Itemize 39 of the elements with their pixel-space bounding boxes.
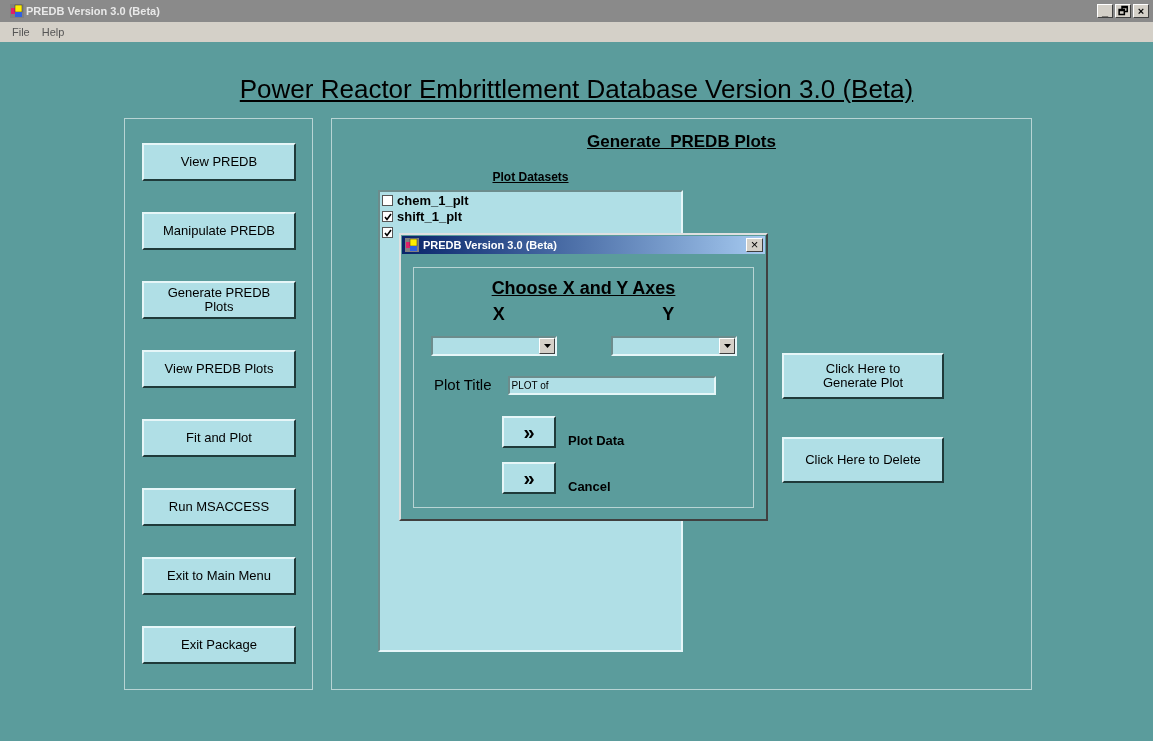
nav-button[interactable]: View PREDB Plots [142, 350, 296, 388]
close-button[interactable]: × [746, 238, 763, 252]
dialog-title: PREDB Version 3.0 (Beta) [423, 237, 557, 253]
dialog-heading: Choose X and Y Axes [491, 277, 676, 299]
menu-item[interactable]: File [12, 23, 30, 41]
action-button[interactable]: Click Here to Generate Plot [782, 352, 944, 399]
arrow-button[interactable]: » [502, 461, 556, 494]
checkbox[interactable] [382, 211, 393, 222]
nav-button[interactable]: Exit to Main Menu [142, 557, 296, 595]
plot-title-field[interactable]: PLOT of [507, 375, 716, 395]
checkbox[interactable] [382, 195, 393, 206]
action-button[interactable]: Click Here to Delete [782, 436, 944, 483]
nav-button[interactable]: Manipulate PREDB [142, 212, 296, 250]
window-control-button[interactable]: _ [1097, 4, 1113, 18]
dropdown-field[interactable] [611, 336, 737, 356]
window-control-button[interactable]: × [1133, 4, 1149, 18]
app-icon [10, 4, 24, 18]
nav-button[interactable]: View PREDB [142, 143, 296, 181]
nav-button[interactable]: Generate PREDB Plots [142, 281, 296, 319]
nav-button[interactable]: Exit Package [142, 626, 296, 664]
dropdown-field[interactable] [431, 336, 557, 356]
nav-button[interactable]: Fit and Plot [142, 419, 296, 457]
window-control-button[interactable]: 🗗 [1115, 4, 1131, 18]
button-caption: Plot Data [568, 432, 625, 450]
dataset-label: shift_1_plt [397, 208, 462, 226]
button-caption: Cancel [568, 478, 611, 496]
panel-title: Generate PREDB Plots [587, 131, 776, 153]
window-title: PREDB Version 3.0 (Beta) [26, 3, 160, 19]
dataset-label: chem_1_plt [397, 191, 469, 210]
plot-title-label: Plot Title [434, 375, 492, 395]
page-heading: Power Reactor Embrittlement Database Version 3.0 (Beta) [239, 74, 914, 104]
arrow-button[interactable]: » [502, 415, 556, 448]
app-icon [405, 238, 419, 252]
nav-button[interactable]: Run MSACCESS [142, 488, 296, 526]
checkbox[interactable] [382, 227, 393, 238]
list-label: Plot Datasets [492, 168, 569, 186]
x-axis-label: X [492, 303, 505, 326]
menu-item[interactable]: Help [41, 23, 65, 41]
y-axis-label: Y [662, 303, 675, 326]
